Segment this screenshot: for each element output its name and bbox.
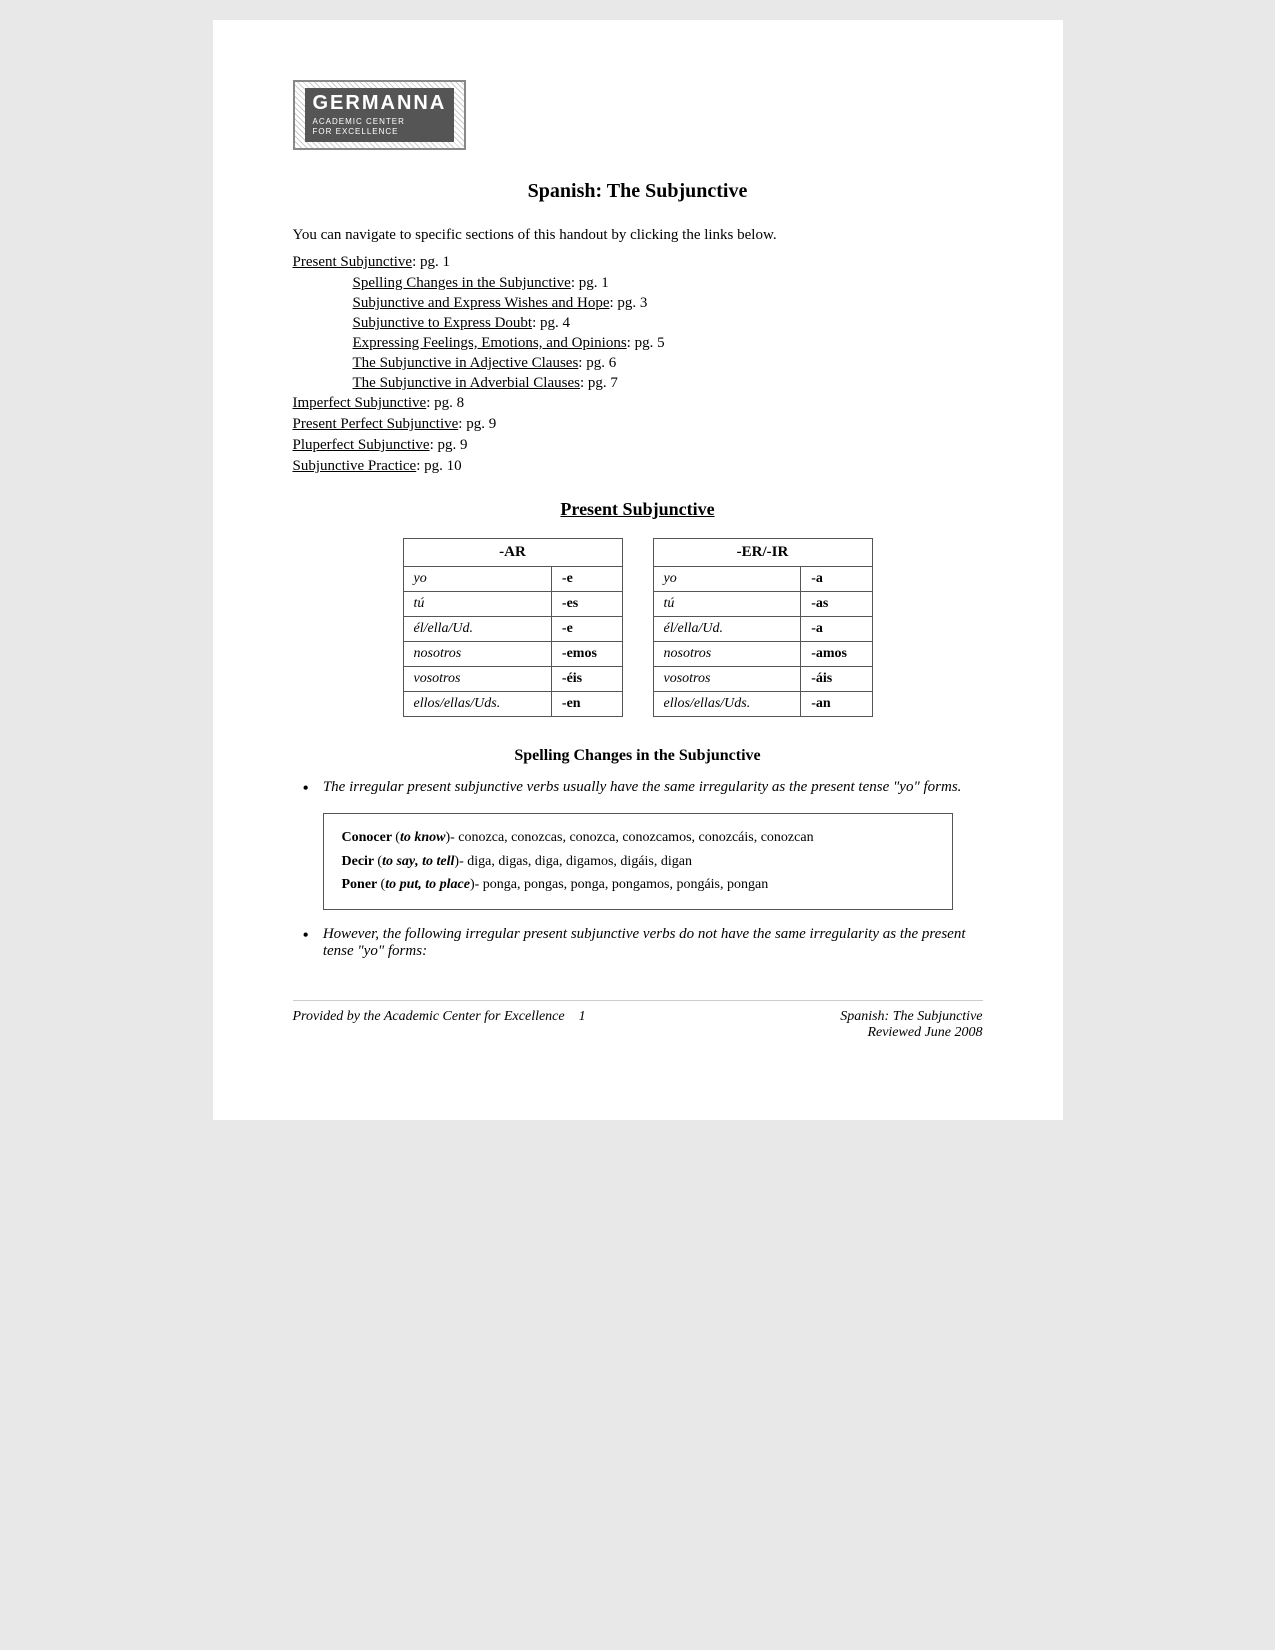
nav-intro: You can navigate to specific sections of… (293, 227, 983, 244)
toc-item-spelling: Spelling Changes in the Subjunctive: pg.… (353, 275, 983, 292)
ending-tu-ar: -es (551, 591, 622, 616)
bullet-icon-2: • (303, 925, 309, 946)
toc-item-practice: Subjunctive Practice: pg. 10 (293, 458, 983, 475)
table-of-contents: Present Subjunctive: pg. 1 Spelling Chan… (293, 254, 983, 475)
page: GERMANNA ACADEMIC CENTER FOR EXCELLENCE … (213, 20, 1063, 1120)
toc-link-spelling[interactable]: Spelling Changes in the Subjunctive (353, 275, 571, 291)
bullet-text-2: However, the following irregular present… (323, 926, 983, 960)
toc-link-pluperfect[interactable]: Pluperfect Subjunctive (293, 437, 430, 453)
table-row: vosotros -áis (653, 666, 872, 691)
ar-table-header: -AR (403, 538, 622, 566)
page-title: Spanish: The Subjunctive (293, 180, 983, 203)
bullet-text-1: The irregular present subjunctive verbs … (323, 779, 962, 796)
footer-left: Provided by the Academic Center for Exce… (293, 1009, 586, 1041)
pronoun-vosotros-ar: vosotros (403, 666, 551, 691)
spelling-changes-title: Spelling Changes in the Subjunctive (293, 747, 983, 765)
pronoun-tu-ar: tú (403, 591, 551, 616)
toc-item-pluperfect: Pluperfect Subjunctive: pg. 9 (293, 437, 983, 454)
ending-ellos-ar: -en (551, 691, 622, 716)
list-item: • The irregular present subjunctive verb… (293, 779, 983, 799)
ending-vosotros-er: -áis (801, 666, 872, 691)
toc-link-adjective[interactable]: The Subjunctive in Adjective Clauses (353, 355, 579, 371)
toc-item-wishes: Subjunctive and Express Wishes and Hope:… (353, 295, 983, 312)
example-decir: Decir (to say, to tell)- diga, digas, di… (342, 850, 934, 874)
table-row: él/ella/Ud. -a (653, 616, 872, 641)
toc-link-doubt[interactable]: Subjunctive to Express Doubt (353, 315, 533, 331)
table-row: tú -as (653, 591, 872, 616)
pronoun-tu-er: tú (653, 591, 801, 616)
example-poner: Poner (to put, to place)- ponga, pongas,… (342, 873, 934, 897)
pronoun-el-ar: él/ella/Ud. (403, 616, 551, 641)
toc-link-imperfect[interactable]: Imperfect Subjunctive (293, 395, 427, 411)
logo-subtitle: ACADEMIC CENTER FOR EXCELLENCE (313, 117, 447, 138)
pronoun-vosotros-er: vosotros (653, 666, 801, 691)
table-row: ellos/ellas/Uds. -en (403, 691, 622, 716)
table-row: yo -a (653, 566, 872, 591)
er-ir-table: -ER/-IR yo -a tú -as él/ella/Ud. -a noso… (653, 538, 873, 717)
ending-nosotros-er: -amos (801, 641, 872, 666)
toc-item-present-perfect: Present Perfect Subjunctive: pg. 9 (293, 416, 983, 433)
example-box: Conocer (to know)- conozca, conozcas, co… (323, 813, 953, 910)
er-ir-table-header: -ER/-IR (653, 538, 872, 566)
ending-ellos-er: -an (801, 691, 872, 716)
table-row: ellos/ellas/Uds. -an (653, 691, 872, 716)
toc-link-feelings[interactable]: Expressing Feelings, Emotions, and Opini… (353, 335, 627, 351)
pronoun-nosotros-er: nosotros (653, 641, 801, 666)
ending-yo-ar: -e (551, 566, 622, 591)
table-row: nosotros -emos (403, 641, 622, 666)
toc-link-present-perfect[interactable]: Present Perfect Subjunctive (293, 416, 459, 432)
ending-tu-er: -as (801, 591, 872, 616)
conjugation-tables: -AR yo -e tú -es él/ella/Ud. -e nosotros… (293, 538, 983, 717)
logo-title: GERMANNA (313, 92, 447, 115)
pronoun-ellos-ar: ellos/ellas/Uds. (403, 691, 551, 716)
toc-item-adjective: The Subjunctive in Adjective Clauses: pg… (353, 355, 983, 372)
pronoun-yo-ar: yo (403, 566, 551, 591)
toc-link-adverbial[interactable]: The Subjunctive in Adverbial Clauses (353, 375, 580, 391)
bullet-icon: • (303, 778, 309, 799)
footer-right: Spanish: The Subjunctive Reviewed June 2… (840, 1009, 982, 1041)
pronoun-ellos-er: ellos/ellas/Uds. (653, 691, 801, 716)
pronoun-yo-er: yo (653, 566, 801, 591)
toc-item-adverbial: The Subjunctive in Adverbial Clauses: pg… (353, 375, 983, 392)
table-row: él/ella/Ud. -e (403, 616, 622, 641)
pronoun-nosotros-ar: nosotros (403, 641, 551, 666)
logo-inner: GERMANNA ACADEMIC CENTER FOR EXCELLENCE (305, 88, 455, 142)
toc-item-imperfect: Imperfect Subjunctive: pg. 8 (293, 395, 983, 412)
ending-el-er: -a (801, 616, 872, 641)
toc-sub-present: Spelling Changes in the Subjunctive: pg.… (353, 275, 983, 392)
footer: Provided by the Academic Center for Exce… (293, 1000, 983, 1041)
example-conocer: Conocer (to know)- conozca, conozcas, co… (342, 826, 934, 850)
ar-table: -AR yo -e tú -es él/ella/Ud. -e nosotros… (403, 538, 623, 717)
present-subjunctive-title: Present Subjunctive (293, 499, 983, 520)
toc-item-feelings: Expressing Feelings, Emotions, and Opini… (353, 335, 983, 352)
table-row: yo -e (403, 566, 622, 591)
toc-link-practice[interactable]: Subjunctive Practice (293, 458, 417, 474)
toc-link-present[interactable]: Present Subjunctive (293, 254, 413, 270)
toc-link-wishes[interactable]: Subjunctive and Express Wishes and Hope (353, 295, 610, 311)
spelling-bullets-2: • However, the following irregular prese… (293, 926, 983, 960)
spelling-bullets: • The irregular present subjunctive verb… (293, 779, 983, 799)
table-row: nosotros -amos (653, 641, 872, 666)
toc-item-doubt: Subjunctive to Express Doubt: pg. 4 (353, 315, 983, 332)
toc-item-present: Present Subjunctive: pg. 1 (293, 254, 983, 271)
ending-vosotros-ar: -éis (551, 666, 622, 691)
logo-box: GERMANNA ACADEMIC CENTER FOR EXCELLENCE (293, 80, 467, 150)
table-row: tú -es (403, 591, 622, 616)
list-item: • However, the following irregular prese… (293, 926, 983, 960)
table-row: vosotros -éis (403, 666, 622, 691)
ending-yo-er: -a (801, 566, 872, 591)
ending-nosotros-ar: -emos (551, 641, 622, 666)
pronoun-el-er: él/ella/Ud. (653, 616, 801, 641)
ending-el-ar: -e (551, 616, 622, 641)
